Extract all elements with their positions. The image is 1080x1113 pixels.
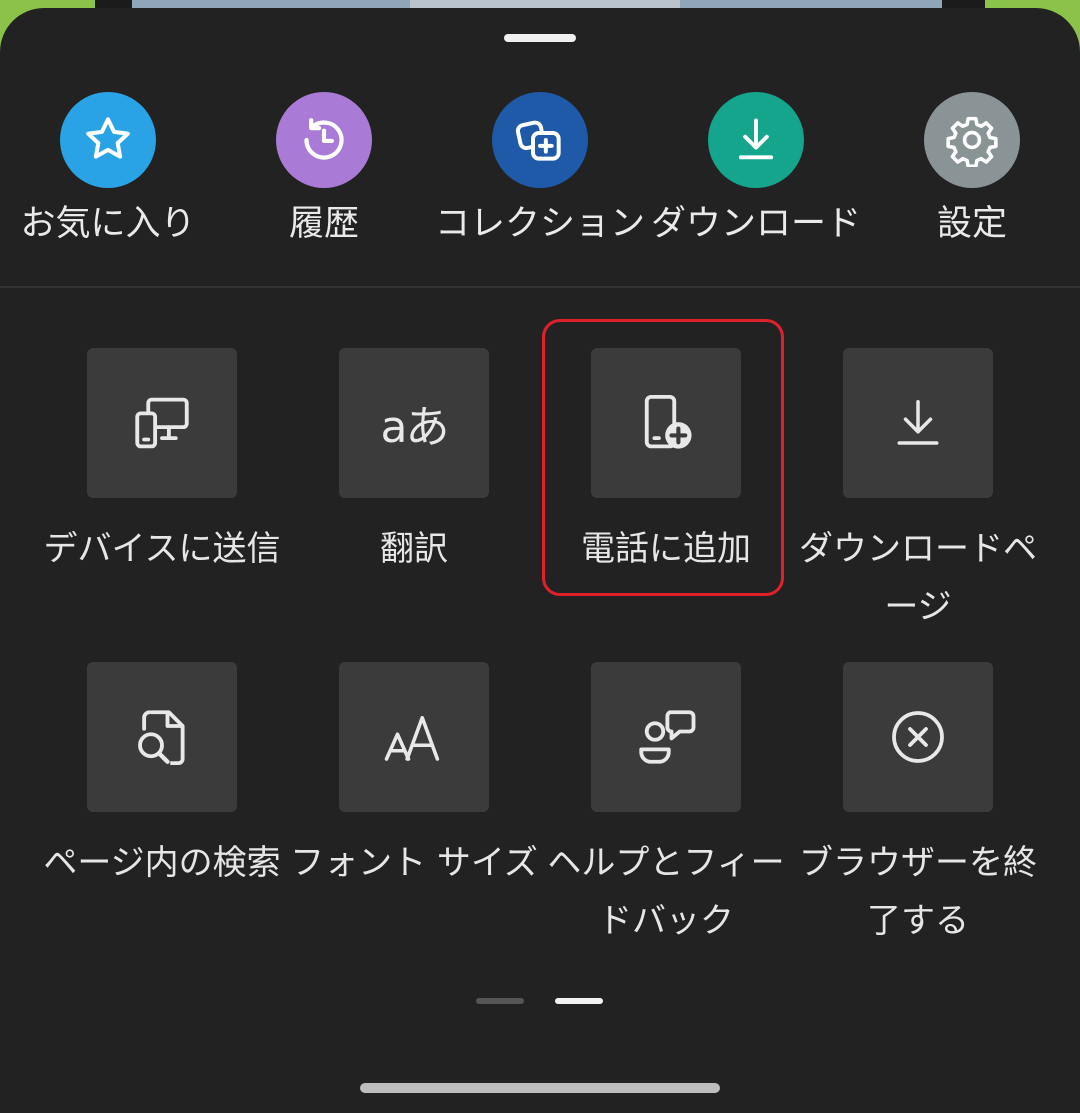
page-indicator-dot-1[interactable] — [476, 998, 524, 1004]
menu-item-label: ダウンロードページ — [799, 529, 1037, 627]
menu-item-label: ページ内の検索 — [43, 843, 281, 883]
quick-action-settings[interactable]: 設定 — [864, 92, 1080, 252]
quick-action-label: 設定 — [936, 204, 1007, 244]
menu-item-label: ヘルプとフィードバック — [547, 843, 785, 941]
menu-item-find-in-page[interactable]: ページ内の検索 — [36, 662, 288, 962]
page-indicator-dot-2-active[interactable] — [555, 998, 603, 1004]
menu-item-close-browser[interactable]: ブラウザーを終了する — [792, 662, 1044, 962]
history-icon — [276, 92, 372, 188]
send-to-device-icon — [87, 348, 237, 498]
find-in-page-icon — [87, 662, 237, 812]
section-divider — [0, 286, 1080, 288]
menu-item-translate[interactable]: aあ 翻訳 — [288, 348, 540, 648]
selection-highlight-frame — [542, 319, 784, 596]
page-backdrop-image-highlight — [410, 0, 680, 8]
star-icon — [60, 92, 156, 188]
menu-bottom-sheet: お気に入り 履歴 コレクション ダウンロード 設定 デバイスに送信 aあ 翻訳 … — [0, 8, 1080, 1113]
menu-item-label: 翻訳 — [380, 529, 448, 569]
sheet-drag-handle[interactable] — [504, 34, 576, 42]
menu-item-send-to-device[interactable]: デバイスに送信 — [36, 348, 288, 648]
menu-item-download-page[interactable]: ダウンロードページ — [792, 348, 1044, 648]
gear-icon — [924, 92, 1020, 188]
translate-icon: aあ — [339, 348, 489, 498]
download-icon — [708, 92, 804, 188]
help-feedback-icon — [591, 662, 741, 812]
menu-item-help-feedback[interactable]: ヘルプとフィードバック — [540, 662, 792, 962]
system-home-bar[interactable] — [360, 1083, 720, 1093]
download-page-icon — [843, 348, 993, 498]
menu-item-label: フォント サイズ — [290, 843, 538, 883]
menu-item-font-size[interactable]: フォント サイズ — [288, 662, 540, 962]
collections-icon — [492, 92, 588, 188]
close-browser-icon — [843, 662, 993, 812]
translate-glyph: aあ — [380, 402, 450, 453]
menu-item-label: デバイスに送信 — [43, 529, 281, 569]
menu-item-label: ブラウザーを終了する — [799, 843, 1037, 941]
font-size-icon — [339, 662, 489, 812]
